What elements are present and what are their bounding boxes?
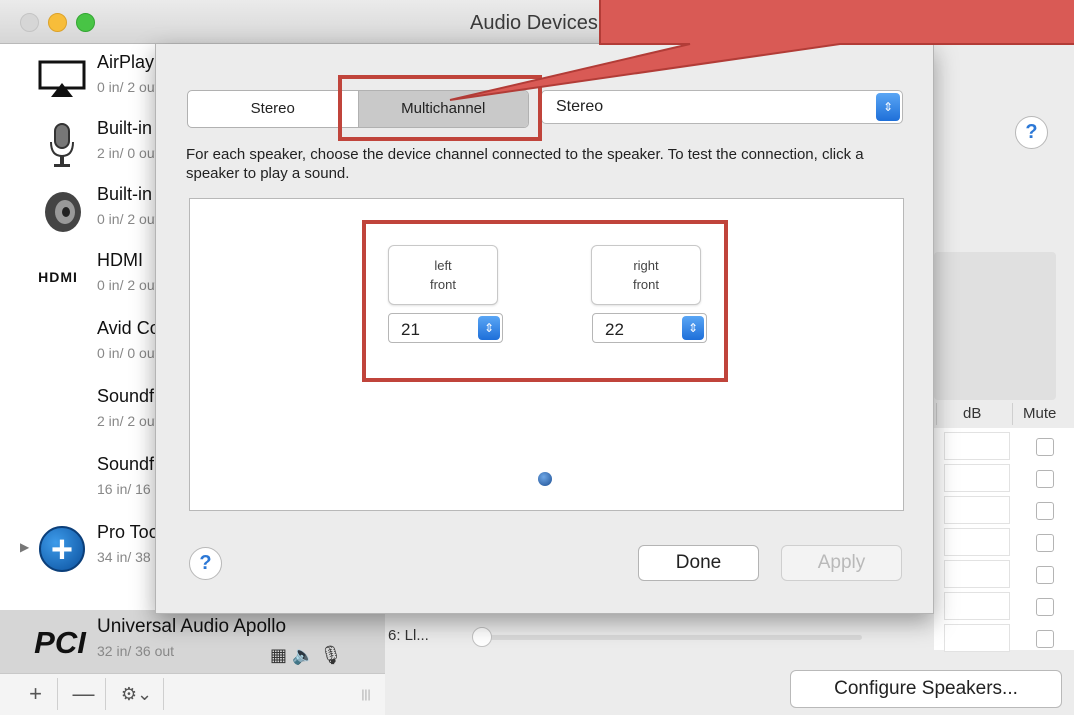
column-header-db: dB (963, 405, 982, 422)
configure-speakers-button[interactable]: Configure Speakers... (790, 670, 1062, 708)
listener-position-icon (538, 472, 552, 486)
device-name: Universal Audio Apollo (97, 616, 287, 637)
mute-checkbox[interactable] (1036, 534, 1054, 552)
device-io: 32 in/ 36 out (97, 643, 175, 659)
device-io: 0 in/ 2 out (97, 277, 159, 293)
speaker-format-popup[interactable]: Stereo ⇕ (541, 90, 903, 124)
mute-checkbox[interactable] (1036, 502, 1054, 520)
microphone-small-icon: 🎙 (319, 645, 343, 665)
instructions-text: For each speaker, choose the device chan… (186, 146, 864, 182)
popup-arrows-icon: ⇕ (876, 93, 900, 121)
db-cell[interactable] (944, 464, 1010, 492)
disclosure-triangle-icon[interactable]: ▶ (20, 540, 29, 554)
audio-midi-window: Audio Devices AirPlay 0 in/ 2 out Built-… (0, 0, 1074, 715)
aggregate-plus-icon: + (34, 526, 90, 572)
help-button-main[interactable]: ? (1015, 116, 1048, 149)
db-cell[interactable] (944, 592, 1010, 620)
hdmi-logo: HDMI (38, 269, 78, 285)
mute-checkbox[interactable] (1036, 566, 1054, 584)
mute-checkbox[interactable] (1036, 630, 1054, 648)
db-cell[interactable] (944, 496, 1010, 524)
popup-value: Stereo (556, 98, 604, 115)
channel-label: 6: Ll... (388, 627, 429, 644)
mute-checkbox[interactable] (1036, 438, 1054, 456)
device-row-universal-audio-apollo[interactable]: PCI Universal Audio Apollo 32 in/ 36 out… (0, 610, 385, 676)
add-device-button[interactable]: + (14, 678, 58, 710)
zoom-button[interactable] (76, 13, 95, 32)
sidebar-toolbar: + — ⚙⌄ ||| (0, 673, 385, 715)
column-header-mute: Mute (1023, 405, 1057, 422)
device-io: 0 in/ 0 out (97, 345, 159, 361)
volume-slider-knob[interactable] (472, 627, 492, 647)
airplay-icon (34, 56, 90, 102)
annotation-highlight-multichannel (338, 75, 542, 141)
done-button[interactable]: Done (638, 545, 759, 581)
volume-icon: 🔈 (292, 645, 315, 665)
close-button[interactable] (20, 13, 39, 32)
mute-checkbox[interactable] (1036, 598, 1054, 616)
annotation-highlight-channels (362, 220, 728, 382)
mute-checkbox[interactable] (1036, 470, 1054, 488)
format-panel (934, 252, 1056, 400)
device-name: AirPlay (97, 52, 155, 72)
apply-button[interactable]: Apply (781, 545, 902, 581)
resize-handle[interactable]: ||| (355, 678, 377, 710)
tab-stereo[interactable]: Stereo (188, 91, 358, 127)
minimize-button[interactable] (48, 13, 67, 32)
device-name: HDMI (97, 250, 143, 270)
window-title: Audio Devices (470, 12, 598, 34)
db-cell[interactable] (944, 528, 1010, 556)
volume-slider[interactable] (478, 635, 862, 640)
clock-source-icon: ▦ (270, 645, 288, 665)
db-cell[interactable] (944, 560, 1010, 588)
pci-icon: PCI (32, 620, 88, 666)
db-cell[interactable] (944, 432, 1010, 460)
device-io: 0 in/ 2 out (97, 211, 159, 227)
remove-device-button[interactable]: — (62, 678, 106, 710)
gear-menu-button[interactable]: ⚙⌄ (110, 678, 164, 710)
title-bar: Audio Devices (0, 0, 1074, 44)
device-status-icons: ▦ 🔈 🎙 (270, 645, 342, 666)
hdmi-icon: HDMI (30, 254, 86, 300)
microphone-icon (34, 122, 90, 168)
device-io: 0 in/ 2 out (97, 79, 159, 95)
help-button-sheet[interactable]: ? (189, 547, 222, 580)
device-io: 2 in/ 0 out (97, 145, 159, 161)
device-io: 2 in/ 2 out (97, 413, 159, 429)
db-cell[interactable] (944, 624, 1010, 652)
pci-logo: PCI (34, 625, 86, 660)
speaker-icon (34, 188, 90, 234)
